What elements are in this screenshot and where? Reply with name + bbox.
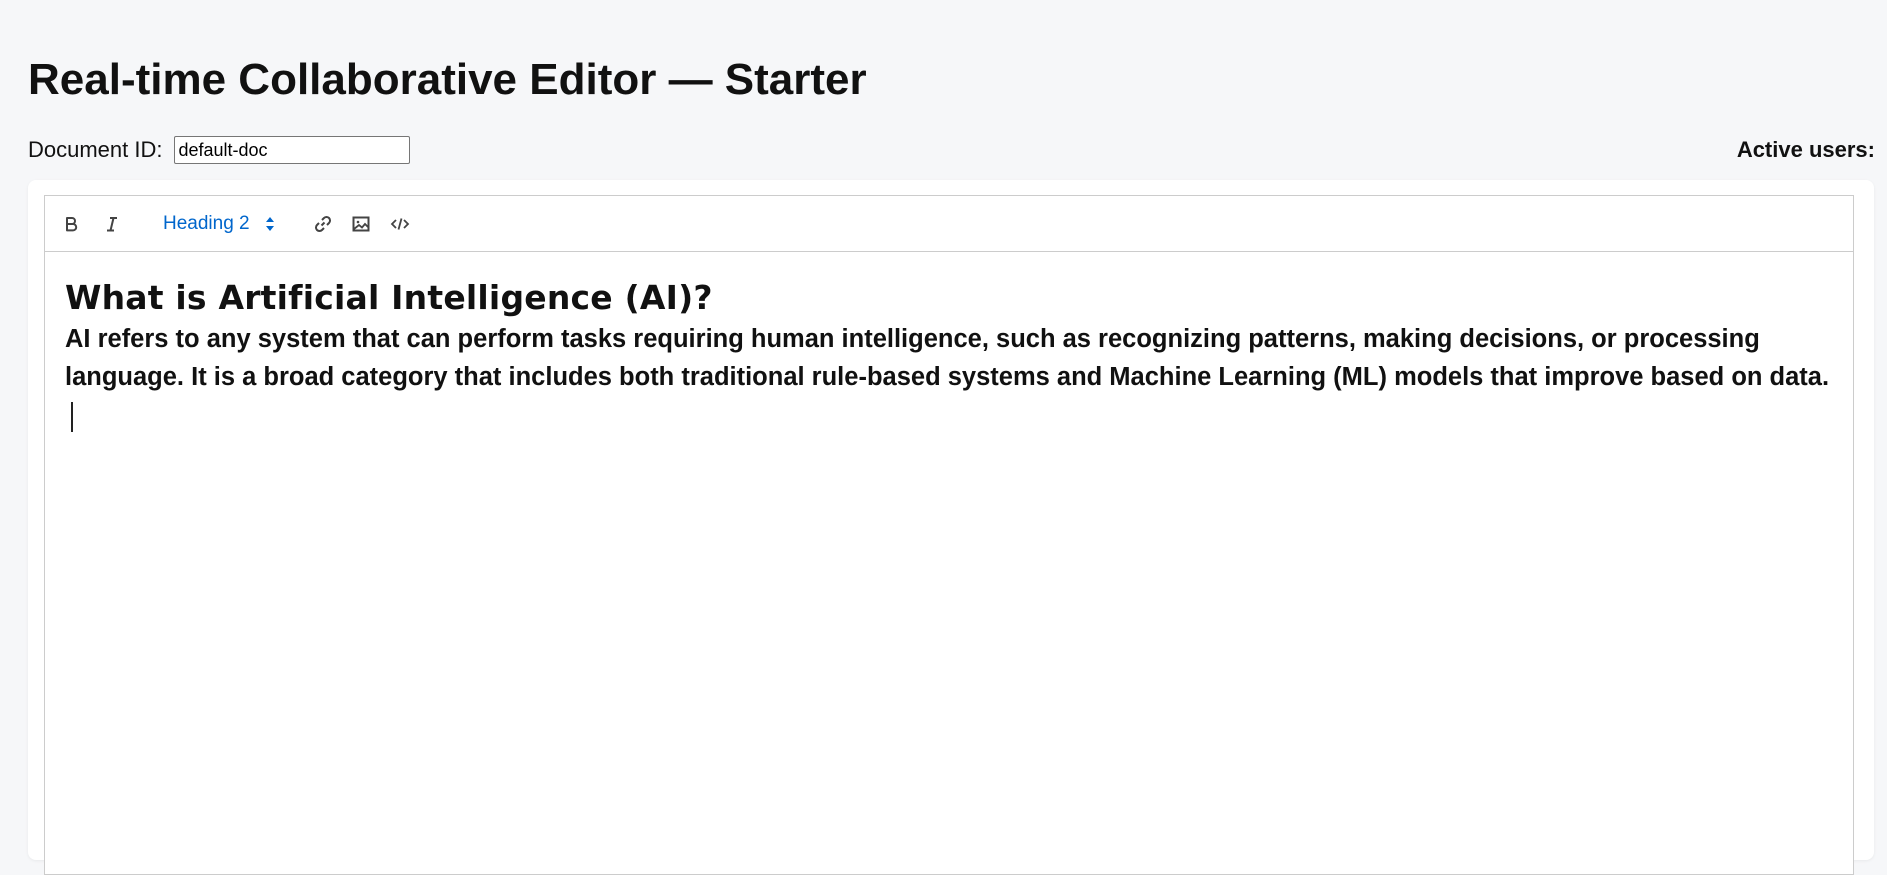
bold-icon (66, 217, 78, 232)
document-paragraph: AI refers to any system that can perform… (65, 325, 1830, 391)
bold-button[interactable] (57, 210, 85, 238)
code-block-button[interactable] (386, 210, 414, 238)
document-heading: What is Artificial Intelligence (AI)? (65, 278, 713, 317)
editor-card: Heading 2 What is Artificial Intelligenc… (28, 180, 1874, 875)
document-id-label: Document ID: (28, 137, 163, 162)
image-button[interactable] (347, 210, 375, 238)
text-cursor (71, 402, 73, 432)
page-title: Real-time Collaborative Editor — Starter (28, 55, 867, 104)
header-select[interactable]: Heading 2 (163, 209, 276, 239)
rich-text-editor: Heading 2 What is Artificial Intelligenc… (44, 195, 1854, 875)
document-id-row: Document ID: Active users: (28, 134, 1875, 166)
code-icon (390, 218, 410, 230)
select-arrows-icon (265, 217, 274, 231)
active-users-label: Active users: (1736, 137, 1875, 162)
document-id-group: Document ID: (28, 136, 410, 164)
italic-icon (107, 217, 117, 232)
italic-button[interactable] (98, 210, 126, 238)
empty-line (65, 396, 1833, 434)
editor-toolbar: Heading 2 (45, 196, 1853, 252)
image-icon (352, 216, 370, 232)
editor-content[interactable]: What is Artificial Intelligence (AI)? AI… (45, 252, 1853, 874)
link-button[interactable] (309, 210, 337, 238)
link-icon (314, 215, 332, 233)
header-select-label: Heading 2 (163, 213, 250, 234)
document-id-input[interactable] (173, 136, 410, 164)
